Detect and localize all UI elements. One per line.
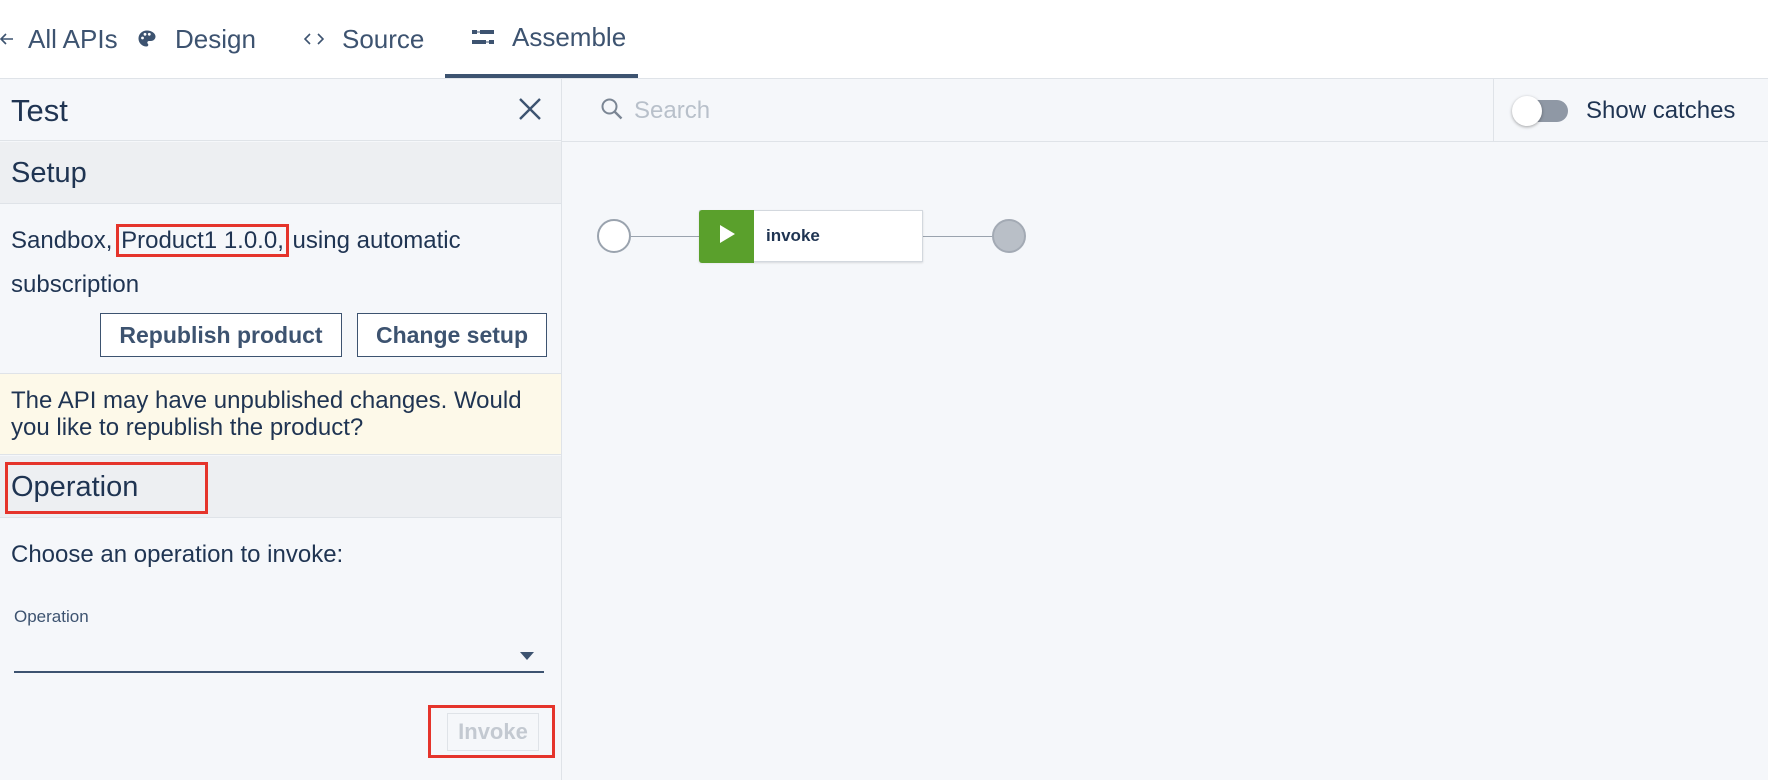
flow-start-node: [597, 219, 631, 253]
unpublished-changes-warning: The API may have unpublished changes. Wo…: [0, 373, 561, 455]
republish-product-button[interactable]: Republish product: [100, 313, 342, 357]
palette-icon: [137, 29, 157, 49]
play-icon: [718, 224, 736, 249]
search-input[interactable]: Search: [634, 97, 710, 125]
operation-prompt: Choose an operation to invoke:: [11, 541, 344, 568]
test-panel-header: Test: [0, 79, 561, 141]
show-catches-toggle[interactable]: [1512, 95, 1568, 126]
show-catches-label: Show catches: [1586, 96, 1736, 124]
change-setup-button[interactable]: Change setup: [357, 313, 547, 357]
flow-end-node: [992, 219, 1026, 253]
test-panel: Test Setup Sandbox, Product1 1.0.0, usin…: [0, 79, 562, 780]
operation-field-label: Operation: [14, 607, 89, 626]
invoke-policy-label: invoke: [766, 226, 820, 245]
test-panel-title: Test: [11, 93, 68, 128]
flow-connector-end: [923, 236, 992, 237]
setup-product-name: Product1 1.0.0,: [116, 224, 289, 257]
setup-catalog: Sandbox,: [11, 227, 113, 254]
invoke-policy-node[interactable]: invoke: [699, 210, 923, 263]
invoke-highlight: Invoke: [428, 705, 555, 758]
warning-text: The API may have unpublished changes. Wo…: [11, 387, 522, 441]
chevron-down-icon: [520, 647, 534, 665]
invoke-button[interactable]: Invoke: [447, 713, 539, 751]
tab-source[interactable]: Source: [304, 0, 424, 78]
operation-select[interactable]: [14, 637, 544, 673]
operation-heading: Operation: [11, 471, 139, 503]
invoke-policy-badge: [699, 210, 754, 263]
tab-all-apis-label: All APIs: [28, 23, 118, 54]
arrow-left-icon: [0, 32, 14, 46]
setup-description: Sandbox, Product1 1.0.0, using automatic…: [11, 219, 551, 307]
close-test-panel-button[interactable]: [514, 95, 546, 127]
flow-connector-start: [631, 236, 699, 237]
search-icon: [600, 97, 624, 126]
code-brackets-icon: [304, 32, 324, 46]
tab-design[interactable]: Design: [137, 0, 256, 78]
tab-source-label: Source: [342, 23, 425, 54]
tab-assemble[interactable]: Assemble: [445, 0, 638, 78]
tab-all-apis[interactable]: All APIs: [0, 0, 118, 78]
assemble-flow-icon: [472, 29, 494, 45]
assembly-canvas: Search Show catches invoke: [562, 79, 1768, 780]
top-navigation: All APIs Design Source Assemble: [0, 0, 1768, 79]
setup-heading: Setup: [11, 157, 87, 189]
close-icon: [518, 97, 542, 126]
canvas-toolbar: Search Show catches: [562, 79, 1768, 142]
tab-design-label: Design: [175, 23, 256, 54]
setup-section-header: Setup: [0, 142, 561, 204]
canvas-search[interactable]: Search: [600, 91, 710, 131]
show-catches-control: Show catches: [1493, 79, 1768, 142]
operation-section-header: Operation: [0, 456, 561, 518]
tab-assemble-label: Assemble: [512, 21, 627, 52]
